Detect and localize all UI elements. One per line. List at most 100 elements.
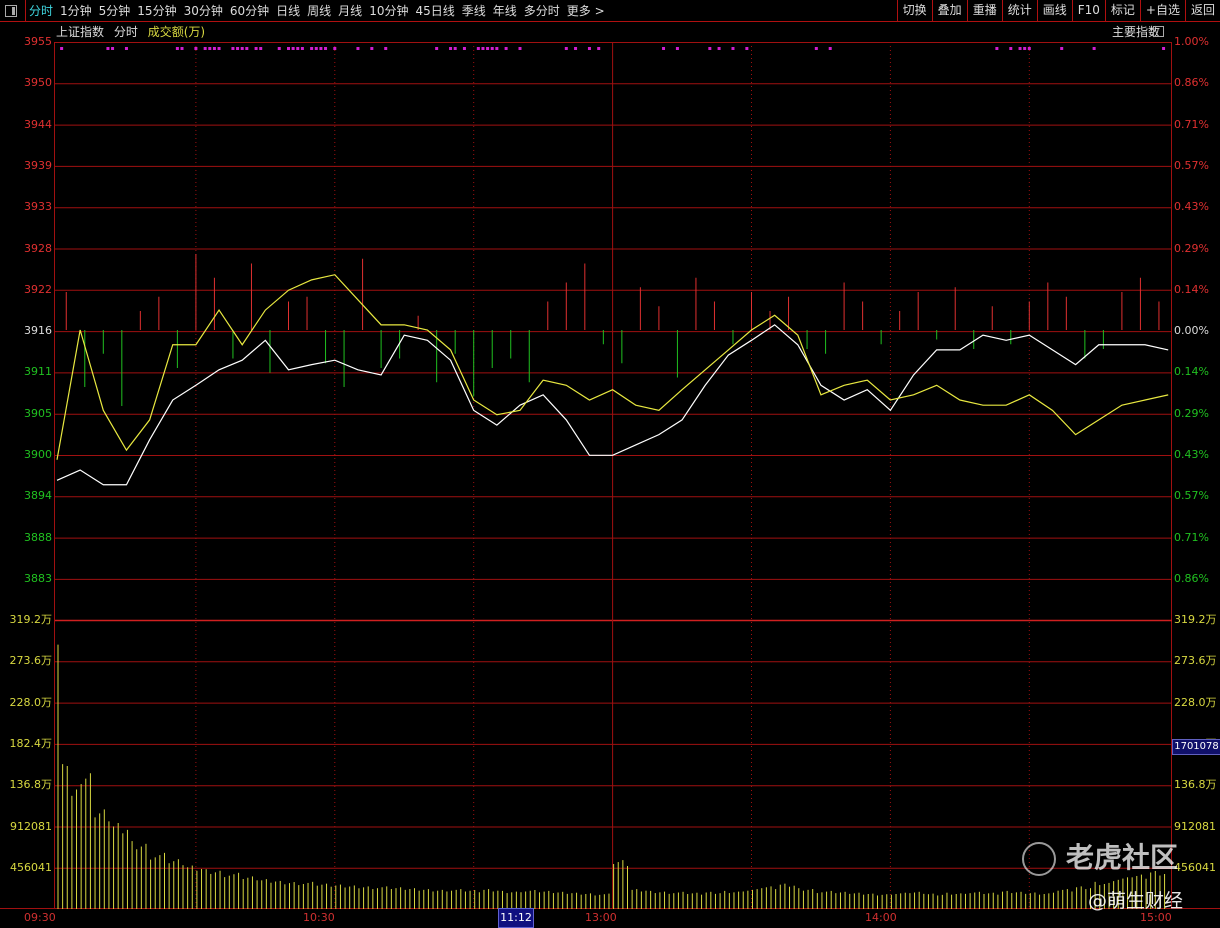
price-tick-label: 3911 xyxy=(24,365,52,379)
signal-dot xyxy=(662,47,666,50)
percent-tick-label: 0.86% xyxy=(1174,571,1209,585)
signal-dot xyxy=(106,47,110,50)
percent-tick-label: 0.29% xyxy=(1174,406,1209,420)
signal-dot xyxy=(310,47,314,50)
percent-tick-label: 0.43% xyxy=(1174,448,1209,461)
price-tick-label: 3939 xyxy=(24,158,52,172)
signal-dot xyxy=(1023,47,1027,50)
signal-dot xyxy=(1092,47,1096,50)
time-label: 13:00 xyxy=(585,911,617,924)
price-tick-label: 3916 xyxy=(24,324,52,338)
volume-tick-label: 319.2万 xyxy=(9,613,53,626)
signal-dot xyxy=(384,47,388,50)
signal-dot xyxy=(564,47,568,50)
time-label: 14:00 xyxy=(865,911,897,924)
time-label: 10:30 xyxy=(303,911,335,924)
percent-tick-label: 0.14% xyxy=(1174,365,1209,379)
price-tick-label: 3888 xyxy=(24,530,52,544)
price-tick-label: 3900 xyxy=(24,448,52,461)
signal-dot xyxy=(504,47,508,50)
signal-dot xyxy=(490,47,494,50)
signal-dot xyxy=(1018,47,1022,50)
signal-dot xyxy=(254,47,258,50)
volume-tick-label: 456041 xyxy=(10,860,52,874)
percent-tick-label: 0.29% xyxy=(1174,241,1209,255)
price-tick-label: 3883 xyxy=(24,571,52,585)
signal-dot xyxy=(194,47,198,50)
signal-dot xyxy=(291,47,295,50)
signal-dot xyxy=(745,47,749,50)
signal-dot xyxy=(476,47,480,50)
signal-dot xyxy=(597,47,601,50)
signal-dot xyxy=(277,47,281,50)
signal-dot xyxy=(731,47,735,50)
volume-tick-label: 273.6万 xyxy=(9,654,53,668)
signal-dot xyxy=(1009,47,1013,50)
price-tick-label: 3955 xyxy=(24,35,52,48)
price-tick-label: 3905 xyxy=(24,406,52,420)
signal-dot xyxy=(814,47,818,50)
volume-tick-label: 228.0万 xyxy=(9,695,53,709)
signal-dot xyxy=(259,47,263,50)
signal-dot xyxy=(245,47,249,50)
price-tick-label: 3894 xyxy=(24,489,52,503)
signal-dot xyxy=(587,47,591,50)
watermark-brand-text: 老虎社区 xyxy=(1066,841,1179,874)
percent-tick-label: 0.71% xyxy=(1174,117,1209,131)
price-tick-label: 3944 xyxy=(24,117,52,131)
percent-tick-label: 0.86% xyxy=(1174,76,1209,90)
signal-dot xyxy=(240,47,244,50)
price-tick-label: 3928 xyxy=(24,241,52,255)
percent-tick-label: 1.00% xyxy=(1174,35,1209,48)
watermark-author: @萌生财经 xyxy=(1088,890,1184,912)
tiger-logo-icon xyxy=(1022,842,1056,876)
time-label: 09:30 xyxy=(24,911,56,924)
signal-dot xyxy=(495,47,499,50)
signal-dot xyxy=(518,47,522,50)
signal-dot xyxy=(675,47,679,50)
signal-dot xyxy=(486,47,490,50)
signal-dot xyxy=(180,47,184,50)
signal-dot xyxy=(60,47,64,50)
current-volume-badge: 1701078 xyxy=(1172,739,1220,755)
volume-tick-label: 456041 xyxy=(1174,860,1216,874)
percent-tick-label: 0.57% xyxy=(1174,158,1209,172)
percent-tick-label: 0.14% xyxy=(1174,282,1209,296)
signal-dot xyxy=(356,47,360,50)
volume-tick-label: 912081 xyxy=(1174,819,1216,833)
signal-dot xyxy=(175,47,179,50)
signal-dot xyxy=(708,47,712,50)
signal-dot xyxy=(717,47,721,50)
signal-dot xyxy=(574,47,578,50)
signal-dot xyxy=(208,47,212,50)
signal-dot xyxy=(828,47,832,50)
signal-dot xyxy=(1027,47,1031,50)
volume-tick-label: 912081 xyxy=(10,819,52,833)
signal-dot xyxy=(370,47,374,50)
volume-tick-label: 273.6万 xyxy=(1174,654,1217,668)
percent-tick-label: 0.00% xyxy=(1174,324,1209,338)
signal-dot xyxy=(212,47,216,50)
signal-dot xyxy=(300,47,304,50)
volume-tick-label: 182.4万 xyxy=(9,736,53,750)
price-tick-label: 3950 xyxy=(24,76,52,90)
signal-dot xyxy=(333,47,337,50)
signal-dot xyxy=(324,47,328,50)
intraday-chart[interactable] xyxy=(0,0,1220,928)
signal-dot xyxy=(296,47,300,50)
percent-tick-label: 0.43% xyxy=(1174,200,1209,214)
signal-dot xyxy=(435,47,439,50)
volume-tick-label: 136.8万 xyxy=(1174,778,1217,792)
signal-dot xyxy=(124,47,128,50)
signal-dot xyxy=(203,47,207,50)
signal-dot xyxy=(462,47,466,50)
signal-dot xyxy=(1060,47,1064,50)
signal-dot xyxy=(236,47,240,50)
volume-tick-label: 136.8万 xyxy=(9,778,53,792)
volume-tick-label: 228.0万 xyxy=(1174,695,1217,709)
signal-dot xyxy=(449,47,453,50)
percent-tick-label: 0.71% xyxy=(1174,530,1209,544)
signal-dot xyxy=(314,47,318,50)
signal-dot xyxy=(481,47,485,50)
watermark-brand: 老虎社区 xyxy=(1022,836,1178,876)
